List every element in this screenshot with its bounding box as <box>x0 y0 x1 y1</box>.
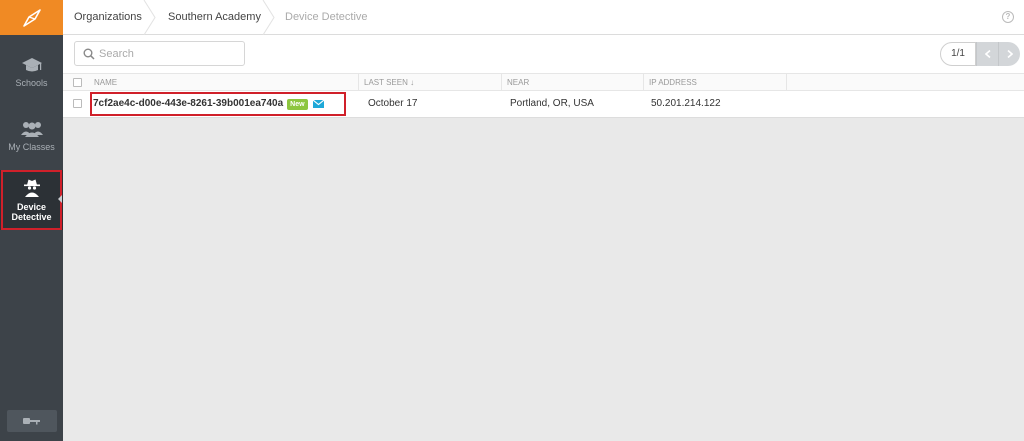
key-icon <box>23 418 40 425</box>
breadcrumb-device-detective: Device Detective <box>285 11 368 23</box>
sidebar-item-label-line2: Detective <box>11 212 52 222</box>
chevron-right-icon <box>143 0 156 35</box>
last-seen-cell: October 17 <box>368 98 418 109</box>
sidebar-item-label-line1: Device <box>16 202 47 212</box>
prev-page-button[interactable] <box>976 42 998 66</box>
envelope-icon[interactable] <box>312 100 324 108</box>
toolbar: 1/1 <box>63 35 1024 73</box>
table-row[interactable]: 7cf2ae4c-d00e-443e-8261-39b001ea740a New… <box>63 91 1024 118</box>
chevron-left-icon <box>984 50 991 58</box>
users-icon <box>20 122 43 137</box>
pagination: 1/1 <box>940 42 1020 66</box>
column-header-last-seen[interactable]: LAST SEEN ↓ <box>359 74 502 91</box>
column-header-ip-address[interactable]: IP ADDRESS <box>644 74 787 91</box>
next-page-button[interactable] <box>998 42 1020 66</box>
row-checkbox[interactable] <box>73 99 82 108</box>
near-cell: Portland, OR, USA <box>510 98 594 109</box>
sidebar-item-label: Schools <box>15 78 48 88</box>
sidebar-item-my-classes[interactable]: My Classes <box>0 120 63 170</box>
sidebar: Schools My Classes Device Detective <box>0 0 63 441</box>
logout-button[interactable] <box>7 410 57 432</box>
empty-content-area <box>63 118 1024 441</box>
ip-address-cell: 50.201.214.122 <box>651 98 721 109</box>
breadcrumb-organizations[interactable]: Organizations <box>74 0 142 35</box>
detective-icon <box>23 179 40 197</box>
chevron-right-icon <box>1006 50 1013 58</box>
sidebar-item-label: My Classes <box>8 142 55 152</box>
sidebar-item-device-detective[interactable]: Device Detective <box>0 170 63 230</box>
column-header-name[interactable]: NAME <box>89 74 359 91</box>
search-icon <box>83 48 95 60</box>
device-name-cell: 7cf2ae4c-d00e-443e-8261-39b001ea740a New <box>93 91 345 117</box>
chevron-right-icon <box>262 0 275 35</box>
table-header: NAME LAST SEEN ↓ NEAR IP ADDRESS <box>63 73 1024 91</box>
breadcrumb-southern-academy[interactable]: Southern Academy <box>168 0 261 35</box>
breadcrumb: Organizations Southern Academy Device De… <box>63 0 1024 35</box>
search-box <box>74 41 245 66</box>
column-header-near[interactable]: NEAR <box>502 74 644 91</box>
active-caret <box>58 195 62 203</box>
compass-icon <box>22 8 41 27</box>
help-icon[interactable]: ? <box>1002 11 1014 23</box>
new-badge: New <box>287 98 308 110</box>
page-count: 1/1 <box>940 42 976 66</box>
device-name[interactable]: 7cf2ae4c-d00e-443e-8261-39b001ea740a <box>93 91 283 117</box>
sidebar-item-schools[interactable]: Schools <box>0 56 63 106</box>
app-logo[interactable] <box>0 0 63 35</box>
graduation-cap-icon <box>21 58 42 72</box>
search-input[interactable] <box>99 45 239 63</box>
select-all-checkbox[interactable] <box>73 78 82 87</box>
